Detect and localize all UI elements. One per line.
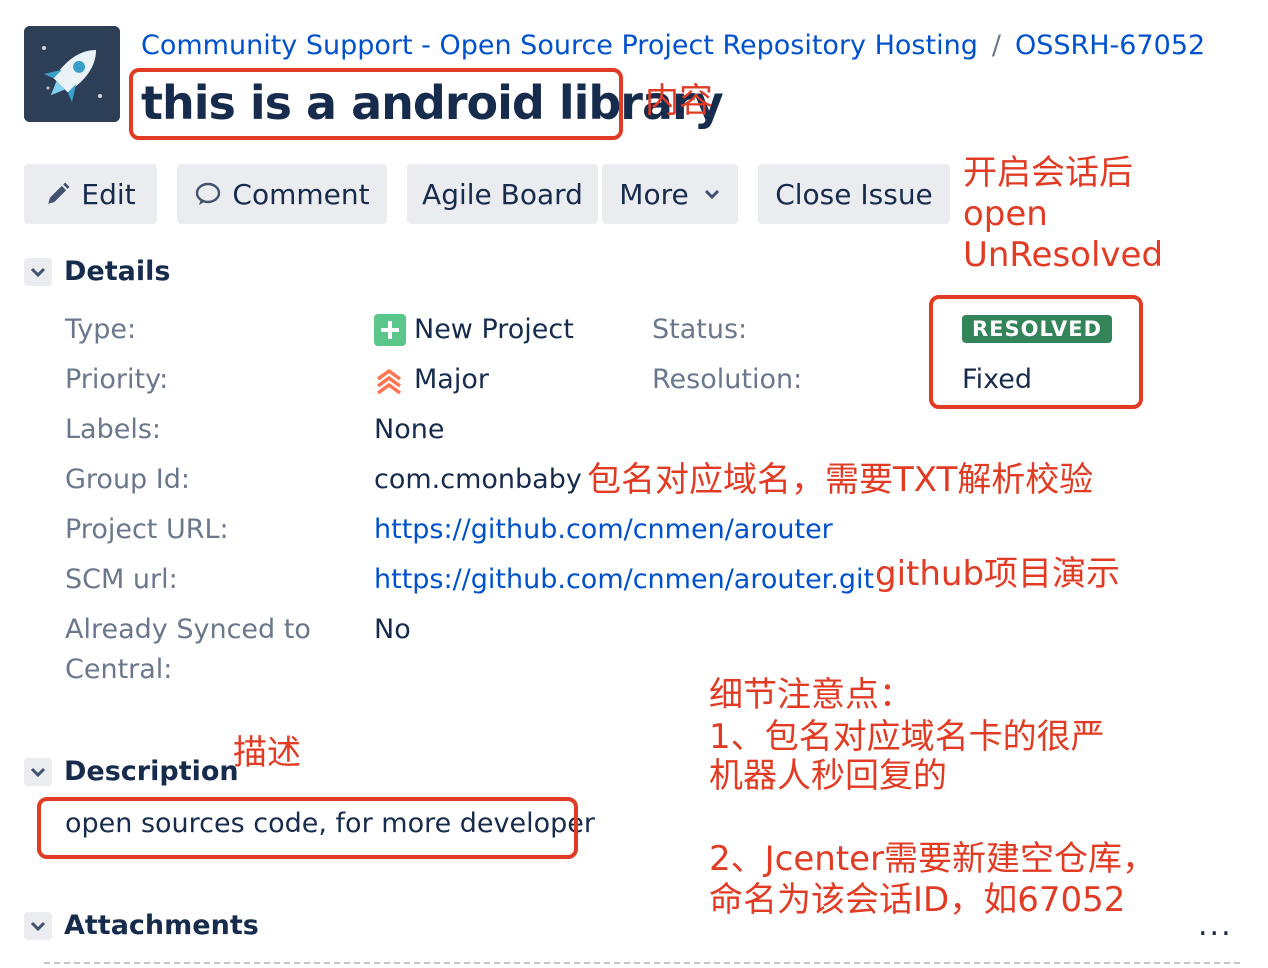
annotation-session-line1: 开启会话后 <box>963 153 1133 193</box>
agile-board-button[interactable]: Agile Board <box>407 164 598 224</box>
rocket-icon <box>24 26 120 122</box>
breadcrumb: Community Support - Open Source Project … <box>141 28 1205 64</box>
synced-label-line1: Already Synced to <box>65 614 311 645</box>
details-heading: Details <box>64 256 171 287</box>
annotation-session-line2: open <box>963 194 1048 234</box>
comment-button[interactable]: Comment <box>177 164 387 224</box>
annotation-group-id: 包名对应域名，需要TXT解析校验 <box>587 460 1094 500</box>
attachments-dropzone[interactable] <box>44 962 1240 964</box>
project-avatar-rocket[interactable] <box>24 26 120 122</box>
close-issue-button[interactable]: Close Issue <box>758 164 950 224</box>
annotation-detail-line4: 2、Jcenter需要新建空仓库， <box>709 839 1157 879</box>
chevron-down-icon <box>30 267 46 277</box>
priority-major-icon <box>376 368 402 395</box>
scm-url-label: SCM url: <box>65 564 178 595</box>
description-heading: Description <box>64 756 239 787</box>
chevron-down-icon <box>30 921 46 931</box>
details-section-header[interactable]: Details <box>24 256 170 287</box>
group-id-value: com.cmonbaby <box>374 464 582 495</box>
priority-value-text: Major <box>414 364 489 395</box>
synced-label-line2: Central: <box>65 654 173 685</box>
attachments-heading: Attachments <box>64 910 259 941</box>
new-project-icon <box>374 314 406 346</box>
annotation-detail-line3: 机器人秒回复的 <box>709 756 947 796</box>
attachments-toggle[interactable] <box>24 911 52 940</box>
priority-label: Priority: <box>65 364 169 395</box>
pencil-icon <box>48 182 70 204</box>
attachments-section-header[interactable]: Attachments <box>24 910 259 941</box>
attachments-more-actions[interactable]: ... <box>1198 908 1233 943</box>
annotation-box-description <box>37 797 578 859</box>
breadcrumb-issue-key-link[interactable]: OSSRH-67052 <box>1015 30 1205 61</box>
edit-button[interactable]: Edit <box>24 164 157 224</box>
comment-icon <box>196 182 221 205</box>
close-issue-button-label: Close Issue <box>775 177 933 211</box>
more-button[interactable]: More <box>602 164 738 224</box>
annotation-github: github项目演示 <box>875 554 1121 594</box>
annotation-detail-line5: 命名为该会话ID，如67052 <box>709 880 1126 920</box>
annotation-content: 内容 <box>645 81 713 121</box>
project-url-label: Project URL: <box>65 514 229 545</box>
labels-label: Labels: <box>65 414 162 445</box>
breadcrumb-project-link[interactable]: Community Support - Open Source Project … <box>141 30 978 61</box>
agile-board-button-label: Agile Board <box>422 177 583 211</box>
annotation-box-status <box>929 295 1143 409</box>
comment-button-label: Comment <box>232 177 370 211</box>
status-label: Status: <box>652 314 748 345</box>
description-section-header[interactable]: Description <box>24 756 239 787</box>
breadcrumb-separator: / <box>991 30 1001 61</box>
priority-value: Major <box>374 360 489 400</box>
type-value: New Project <box>374 310 574 350</box>
annotation-detail-line2: 1、包名对应域名卡的很严 <box>709 717 1105 757</box>
synced-value: No <box>374 614 411 645</box>
resolution-label: Resolution: <box>652 364 803 395</box>
details-toggle[interactable] <box>24 257 52 286</box>
annotation-session-line3: UnResolved <box>963 235 1164 275</box>
more-button-label: More <box>619 177 689 211</box>
edit-button-label: Edit <box>81 177 136 211</box>
annotation-describe: 描述 <box>233 733 301 773</box>
description-toggle[interactable] <box>24 757 52 786</box>
annotation-box-title <box>129 68 623 140</box>
type-label: Type: <box>65 314 137 345</box>
scm-url-link[interactable]: https://github.com/cnmen/arouter.git <box>374 560 874 600</box>
chevron-down-icon <box>704 189 719 200</box>
type-value-text: New Project <box>414 314 574 345</box>
chevron-down-icon <box>30 767 46 777</box>
annotation-detail-line1: 细节注意点： <box>709 675 913 715</box>
labels-value: None <box>374 414 445 445</box>
project-url-link[interactable]: https://github.com/cnmen/arouter <box>374 510 833 550</box>
group-id-label: Group Id: <box>65 464 190 495</box>
